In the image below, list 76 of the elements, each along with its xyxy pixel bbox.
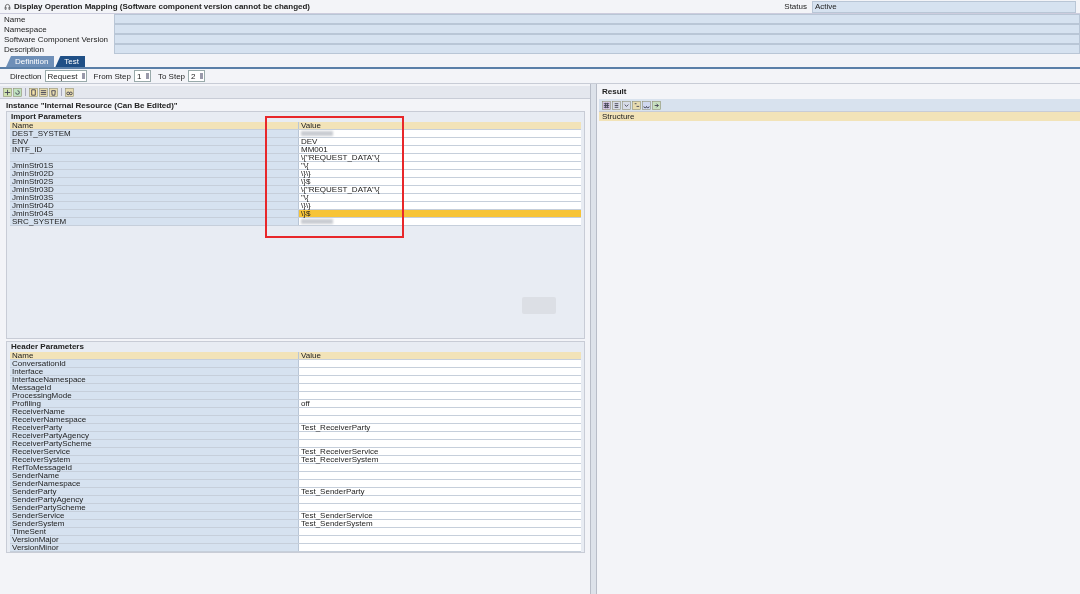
splitter-handle[interactable] [591, 84, 597, 594]
column-header: Name [10, 352, 299, 359]
column-header: Name [10, 122, 299, 129]
status-field[interactable]: Active [812, 0, 1076, 13]
field-label: Name [3, 14, 27, 24]
value-cell[interactable]: \}$ [299, 210, 581, 217]
tab[interactable]: Test [55, 56, 86, 67]
export-icon[interactable] [652, 100, 661, 110]
caret-icon [81, 73, 85, 79]
name-cell: MessageId [10, 384, 299, 391]
field-label: Direction [10, 71, 42, 81]
column-header: Structure [599, 112, 1080, 121]
field-label: Software Component Version [3, 34, 110, 44]
expand-icon[interactable] [622, 100, 631, 110]
name-cell: InterfaceNamespace [10, 376, 299, 383]
name-cell: ReceiverName [10, 408, 299, 415]
dropdown[interactable]: 1 [133, 70, 151, 82]
name-cell: JminStr01S [10, 162, 299, 169]
delete-icon[interactable] [49, 87, 58, 97]
grid-icon[interactable] [602, 100, 611, 110]
name-cell: SenderNamespace [10, 480, 299, 487]
section-title: Header Parameters [10, 342, 85, 352]
name-cell: ProcessingMode [10, 392, 299, 399]
name-cell: TimeSent [10, 528, 299, 535]
field-label: To Step [157, 71, 186, 81]
name-cell: SenderService [10, 512, 299, 519]
dropdown[interactable]: Request [44, 70, 87, 82]
dropdown[interactable]: 2 [188, 70, 206, 82]
refresh-icon[interactable] [13, 87, 22, 97]
name-cell: Profiling [10, 400, 299, 407]
caret-icon [145, 73, 149, 79]
name-cell: ReceiverPartyScheme [10, 440, 299, 447]
binoculars-icon[interactable] [642, 100, 651, 110]
name-cell: INTF_ID [10, 146, 299, 153]
name-cell: ENV [10, 138, 299, 145]
name-cell: RefToMessageId [10, 464, 299, 471]
name-cell: ConversationId [10, 360, 299, 367]
name-cell: VersionMinor [10, 544, 299, 551]
name-cell: JminStr02S [10, 178, 299, 185]
name-cell: JminStr04S [10, 210, 299, 217]
add-icon[interactable] [3, 87, 12, 97]
name-cell: ReceiverParty [10, 424, 299, 431]
name-cell: VersionMajor [10, 536, 299, 543]
name-cell: ReceiverPartyAgency [10, 432, 299, 439]
window-title: Display Operation Mapping (Software component version cannot be changed) [14, 2, 311, 11]
field-label: Status [784, 2, 807, 11]
name-cell: ReceiverNamespace [10, 416, 299, 423]
name-cell: JminStr02D [10, 170, 299, 177]
field-label: From Step [93, 71, 131, 81]
grid-icon[interactable] [39, 87, 48, 97]
name-cell: JminStr04D [10, 202, 299, 209]
field-label: Description [3, 44, 45, 54]
binoculars-icon[interactable] [65, 87, 74, 97]
name-cell: SenderPartyScheme [10, 504, 299, 511]
list-icon[interactable] [632, 100, 641, 110]
column-header: Value [299, 122, 581, 129]
name-cell: JminStr03D [10, 186, 299, 193]
headset-icon [4, 3, 11, 10]
section-title: Instance "Internal Resource (Can Be Edited)" [5, 100, 179, 111]
section-title: Result [601, 86, 628, 97]
name-cell: ReceiverService [10, 448, 299, 455]
caret-icon [200, 73, 204, 79]
column-header: Value [299, 352, 581, 359]
field-label: Namespace [3, 24, 48, 34]
name-cell: SenderParty [10, 488, 299, 495]
name-cell: SenderPartyAgency [10, 496, 299, 503]
name-cell: ReceiverSystem [10, 456, 299, 463]
name-cell: SRC_SYSTEM [10, 218, 299, 225]
name-cell: JminStr03S [10, 194, 299, 201]
tree-icon[interactable] [612, 100, 621, 110]
name-cell: SenderSystem [10, 520, 299, 527]
name-cell: DEST_SYSTEM [10, 130, 299, 137]
name-cell: SenderName [10, 472, 299, 479]
section-title: Import Parameters [10, 112, 83, 122]
document-icon[interactable] [29, 87, 38, 97]
name-cell: Interface [10, 368, 299, 375]
